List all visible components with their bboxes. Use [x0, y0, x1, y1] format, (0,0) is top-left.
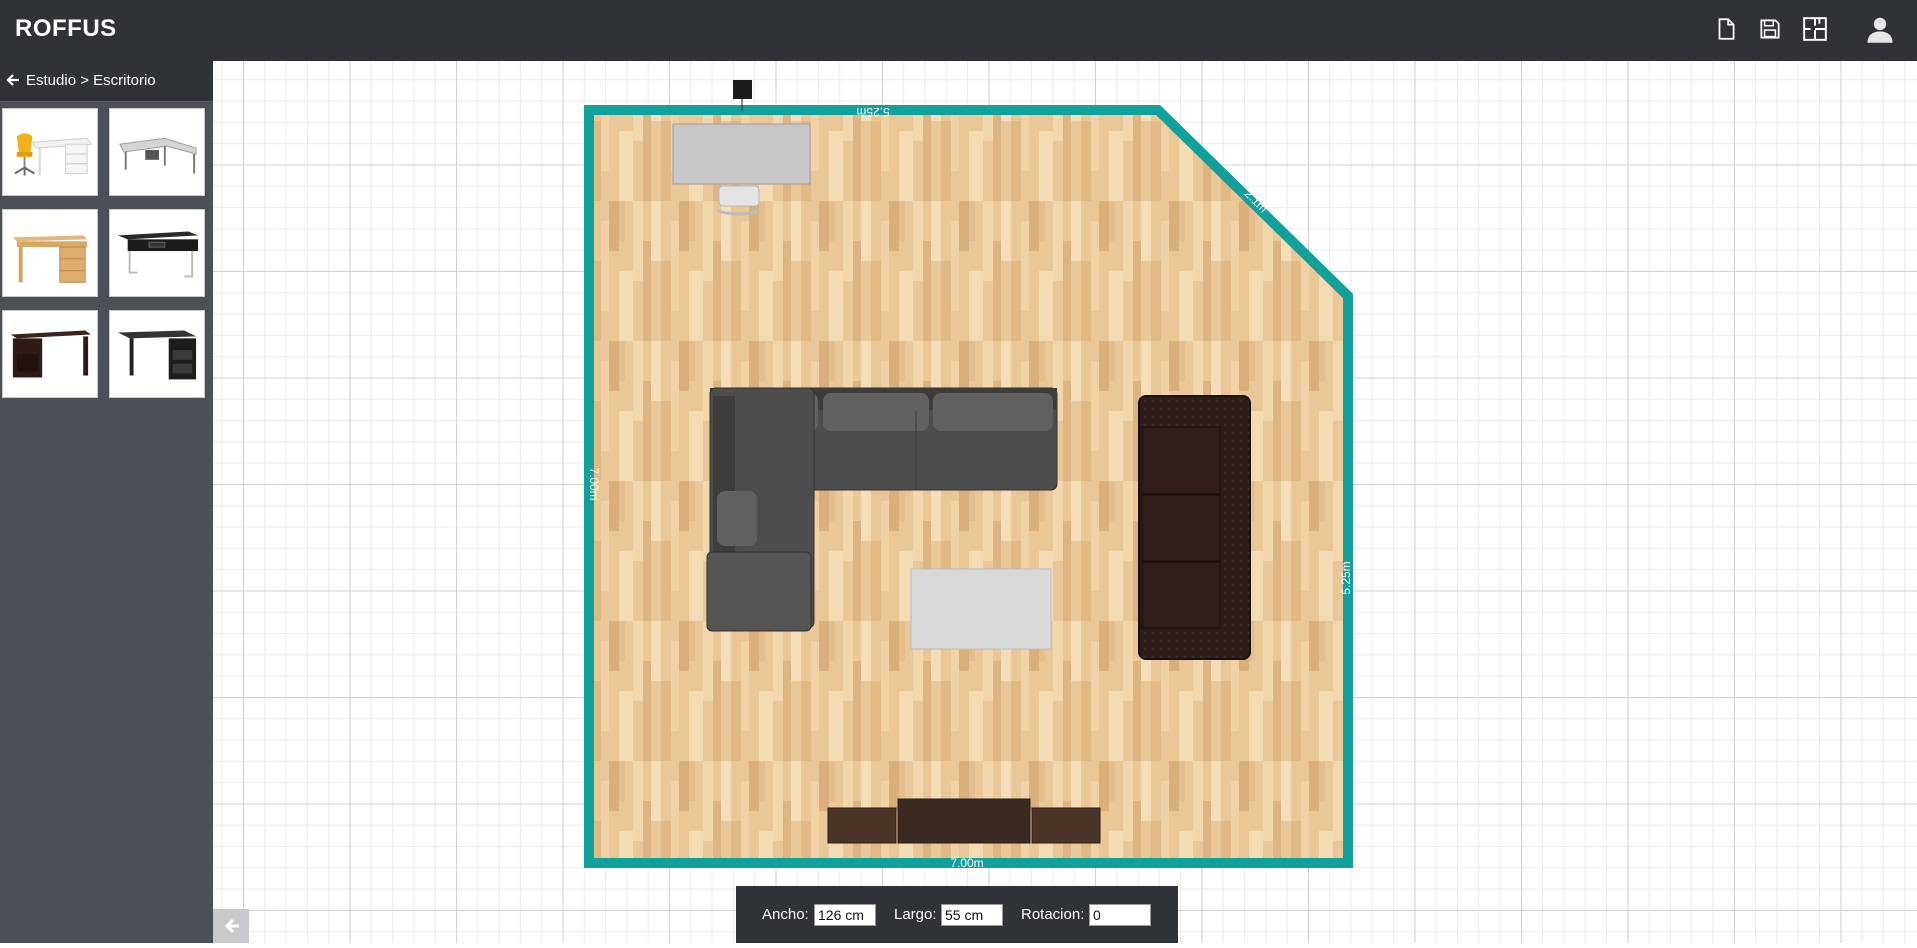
dimension-left: 7.00m: [587, 467, 601, 500]
left-arrow-icon: [224, 918, 239, 934]
floorplan-svg[interactable]: 5.25m 2.1m 7.00m 5.25m 7.00m: [213, 61, 1917, 943]
largo-label: Largo:: [894, 906, 937, 923]
rotacion-label: Rotacion:: [1021, 906, 1085, 923]
app-logo: ROFFUS: [15, 15, 117, 42]
ancho-label: Ancho:: [762, 906, 809, 923]
dimension-bottom: 7.00m: [950, 856, 983, 870]
floorplan-canvas[interactable]: 5.25m 2.1m 7.00m 5.25m 7.00m: [213, 61, 1917, 943]
catalog-item-dark-wood-desk[interactable]: [2, 310, 98, 398]
catalog-item-l-shaped-glass-desk[interactable]: [109, 108, 205, 196]
user-icon[interactable]: [1865, 14, 1895, 44]
catalog-item-wooden-desk-with-drawers[interactable]: [2, 209, 98, 297]
dimension-top: 5.25m: [856, 105, 889, 119]
rotation-handle[interactable]: [733, 80, 752, 99]
collapse-sidebar-button[interactable]: [213, 909, 249, 943]
floorplan-icon[interactable]: [1802, 16, 1828, 42]
rotacion-input[interactable]: [1089, 904, 1151, 926]
coffee-table-object[interactable]: [910, 568, 1052, 650]
catalog-item-black-desk-chrome-legs[interactable]: [109, 209, 205, 297]
catalog-item-desk-with-yellow-chair[interactable]: [2, 108, 98, 196]
largo-input[interactable]: [941, 904, 1003, 926]
ancho-input[interactable]: [814, 904, 876, 926]
new-file-icon[interactable]: [1713, 16, 1739, 42]
dark-sofa-object[interactable]: [1138, 395, 1251, 660]
breadcrumb-text: Estudio > Escritorio: [26, 72, 156, 89]
back-arrow-icon[interactable]: [6, 73, 20, 87]
top-bar: ROFFUS: [0, 0, 1917, 61]
save-icon[interactable]: [1757, 16, 1783, 42]
catalog-sidebar: Estudio > Escritorio: [0, 61, 213, 943]
catalog-item-black-desk-with-drawers[interactable]: [109, 310, 205, 398]
breadcrumb[interactable]: Estudio > Escritorio: [0, 61, 213, 102]
object-properties-panel: Ancho: Largo: Rotacion:: [736, 886, 1178, 943]
dimension-right: 5.25m: [1339, 561, 1353, 594]
